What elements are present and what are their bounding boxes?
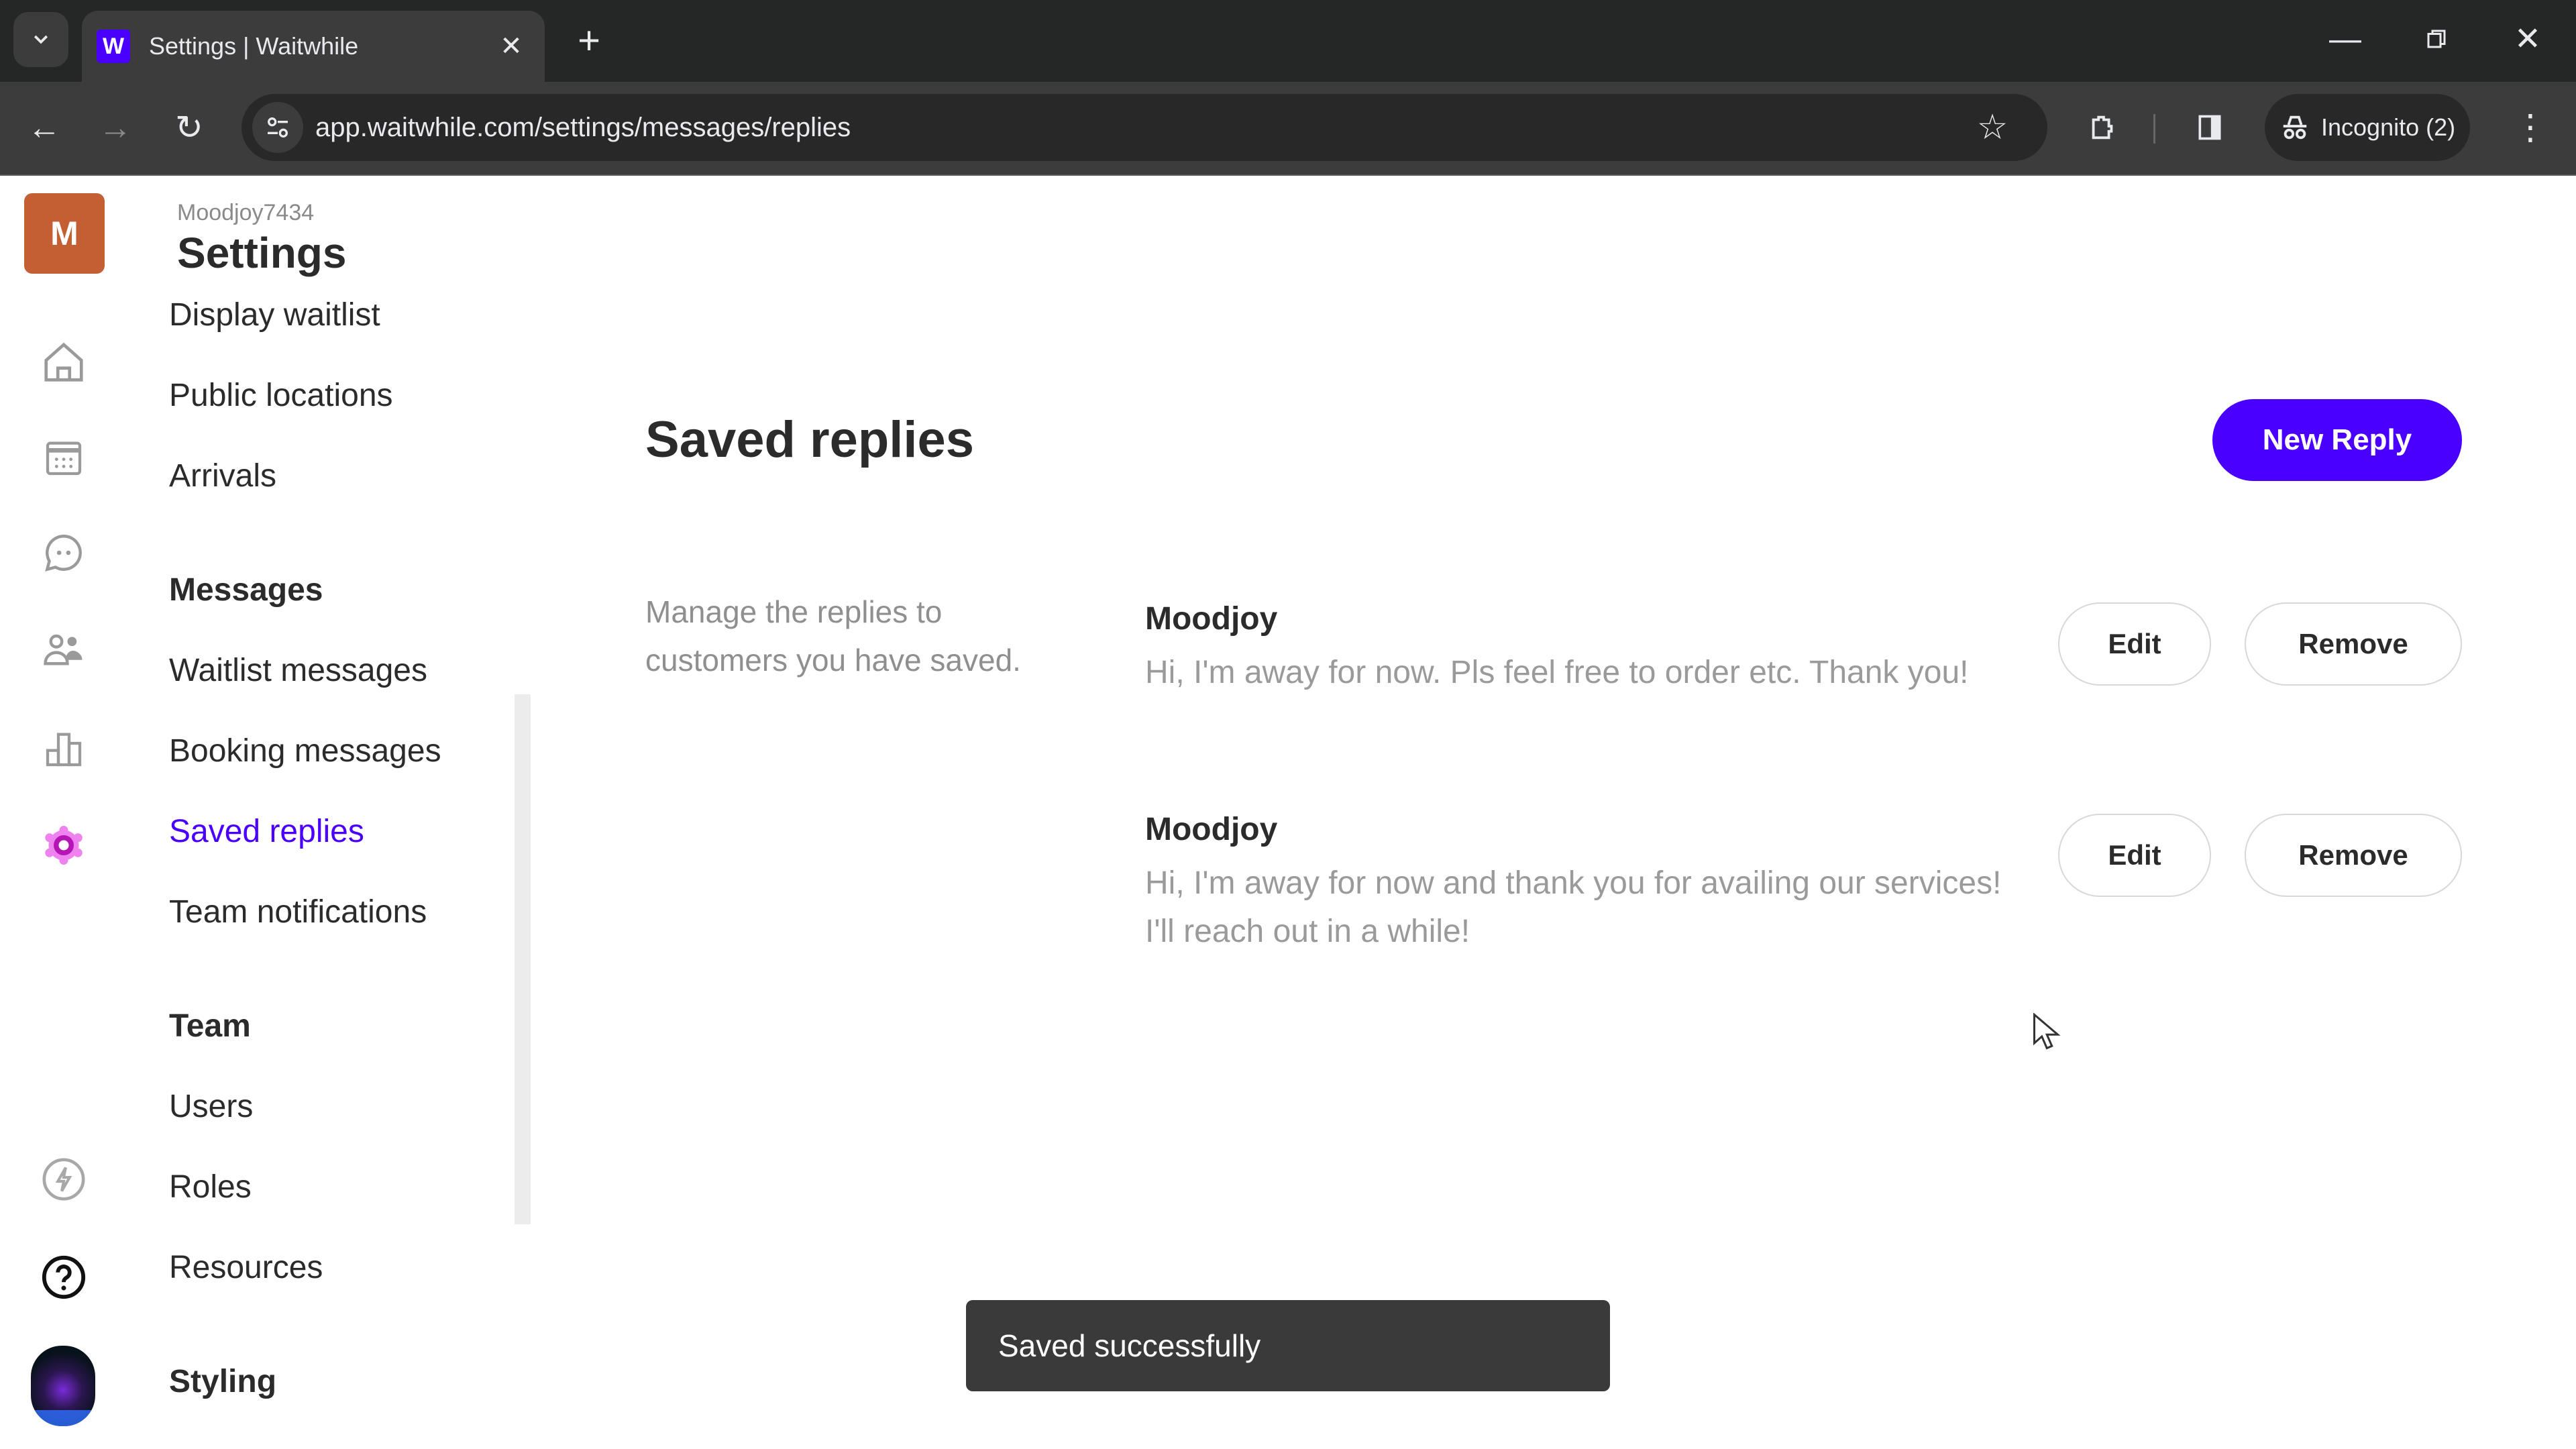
close-window-icon[interactable]: ✕ [2501, 15, 2555, 63]
chat-icon[interactable] [37, 526, 91, 580]
nav-section-messages: Messages [169, 572, 323, 608]
nav-item-display-waitlist[interactable]: Display waitlist [169, 297, 380, 333]
incognito-icon [2283, 115, 2307, 140]
user-avatar[interactable] [31, 1346, 95, 1426]
org-name: Moodjoy7434 [177, 200, 315, 225]
settings-title: Settings [177, 229, 347, 277]
home-icon[interactable] [37, 335, 91, 389]
nav-section-team: Team [169, 1008, 251, 1044]
forward-arrow-icon[interactable]: → [89, 101, 142, 154]
bookmark-star-icon[interactable]: ☆ [1968, 103, 2017, 152]
nav-item-roles[interactable]: Roles [169, 1169, 252, 1205]
chevron-down-icon [34, 35, 48, 44]
incognito-indicator[interactable]: Incognito (2) [2265, 94, 2470, 161]
browser-toolbar: ← → ↻ app.waitwhile.com/settings/message… [0, 82, 2576, 176]
nav-item-users[interactable]: Users [169, 1088, 253, 1125]
address-bar[interactable]: app.waitwhile.com/settings/messages/repl… [241, 94, 2047, 161]
url-text[interactable]: app.waitwhile.com/settings/messages/repl… [315, 94, 851, 161]
back-arrow-icon[interactable]: ← [17, 101, 71, 154]
new-reply-button[interactable]: New Reply [2212, 399, 2462, 481]
reply-name: Moodjoy [1145, 601, 1278, 637]
restore-window-icon[interactable] [2410, 15, 2463, 63]
help-icon[interactable] [37, 1250, 91, 1304]
browser-menu-icon[interactable]: ⋮ [2505, 102, 2556, 153]
new-tab-button[interactable]: + [568, 19, 610, 62]
settings-nav-scrollbar[interactable] [515, 694, 531, 1224]
nav-item-arrivals[interactable]: Arrivals [169, 458, 276, 494]
calendar-icon[interactable] [37, 431, 91, 484]
tab-title: Settings | Waitwhile [149, 32, 359, 60]
page-description: Manage the replies to customers you have… [645, 594, 1021, 678]
bolt-icon[interactable] [37, 1152, 91, 1206]
reply-name: Moodjoy [1145, 812, 1278, 847]
toast-notification: Saved successfully [966, 1300, 1610, 1391]
browser-tab-strip: W Settings | Waitwhile ✕ + — ✕ [0, 0, 2576, 82]
app-rail: M [0, 177, 127, 1449]
nav-item-waitlist-messages[interactable]: Waitlist messages [169, 652, 427, 689]
analytics-icon[interactable] [37, 722, 91, 775]
nav-item-booking-messages[interactable]: Booking messages [169, 733, 441, 769]
waitwhile-favicon-icon: W [97, 30, 130, 63]
settings-nav: Moodjoy7434 Settings Display waitlist Pu… [127, 177, 537, 1449]
settings-icon[interactable] [37, 818, 91, 872]
reply-text: Hi, I'm away for now and thank you for a… [1145, 865, 2002, 949]
org-avatar[interactable]: M [24, 193, 105, 274]
edit-reply-button[interactable]: Edit [2058, 814, 2211, 897]
extensions-icon[interactable] [2077, 102, 2128, 153]
reload-icon[interactable]: ↻ [162, 101, 216, 154]
reply-text: Hi, I'm away for now. Pls feel free to o… [1145, 655, 1969, 690]
nav-item-team-notifications[interactable]: Team notifications [169, 894, 427, 930]
browser-tab[interactable]: W Settings | Waitwhile ✕ [82, 11, 545, 82]
edit-reply-button[interactable]: Edit [2058, 602, 2211, 686]
saved-reply-item: Moodjoy Hi, I'm away for now. Pls feel f… [1145, 599, 2044, 697]
close-tab-icon[interactable]: ✕ [491, 26, 531, 66]
mouse-cursor-icon [2033, 1013, 2061, 1050]
remove-reply-button[interactable]: Remove [2245, 602, 2462, 686]
page-title: Saved replies [645, 411, 975, 468]
nav-item-saved-replies[interactable]: Saved replies [169, 813, 364, 850]
saved-reply-item: Moodjoy Hi, I'm away for now and thank y… [1145, 810, 2044, 956]
incognito-label: Incognito (2) [2321, 113, 2456, 141]
remove-reply-button[interactable]: Remove [2245, 814, 2462, 897]
nav-section-styling: Styling [169, 1364, 277, 1399]
tab-search-button[interactable] [13, 12, 68, 67]
site-info-icon[interactable] [252, 102, 303, 153]
nav-item-resources[interactable]: Resources [169, 1249, 323, 1286]
customers-icon[interactable] [37, 624, 91, 678]
toolbar-divider [2153, 114, 2155, 144]
side-panel-icon[interactable] [2184, 102, 2235, 153]
nav-item-public-locations[interactable]: Public locations [169, 377, 393, 414]
toast-message: Saved successfully [998, 1328, 1261, 1363]
minimize-icon[interactable]: — [2318, 15, 2372, 63]
